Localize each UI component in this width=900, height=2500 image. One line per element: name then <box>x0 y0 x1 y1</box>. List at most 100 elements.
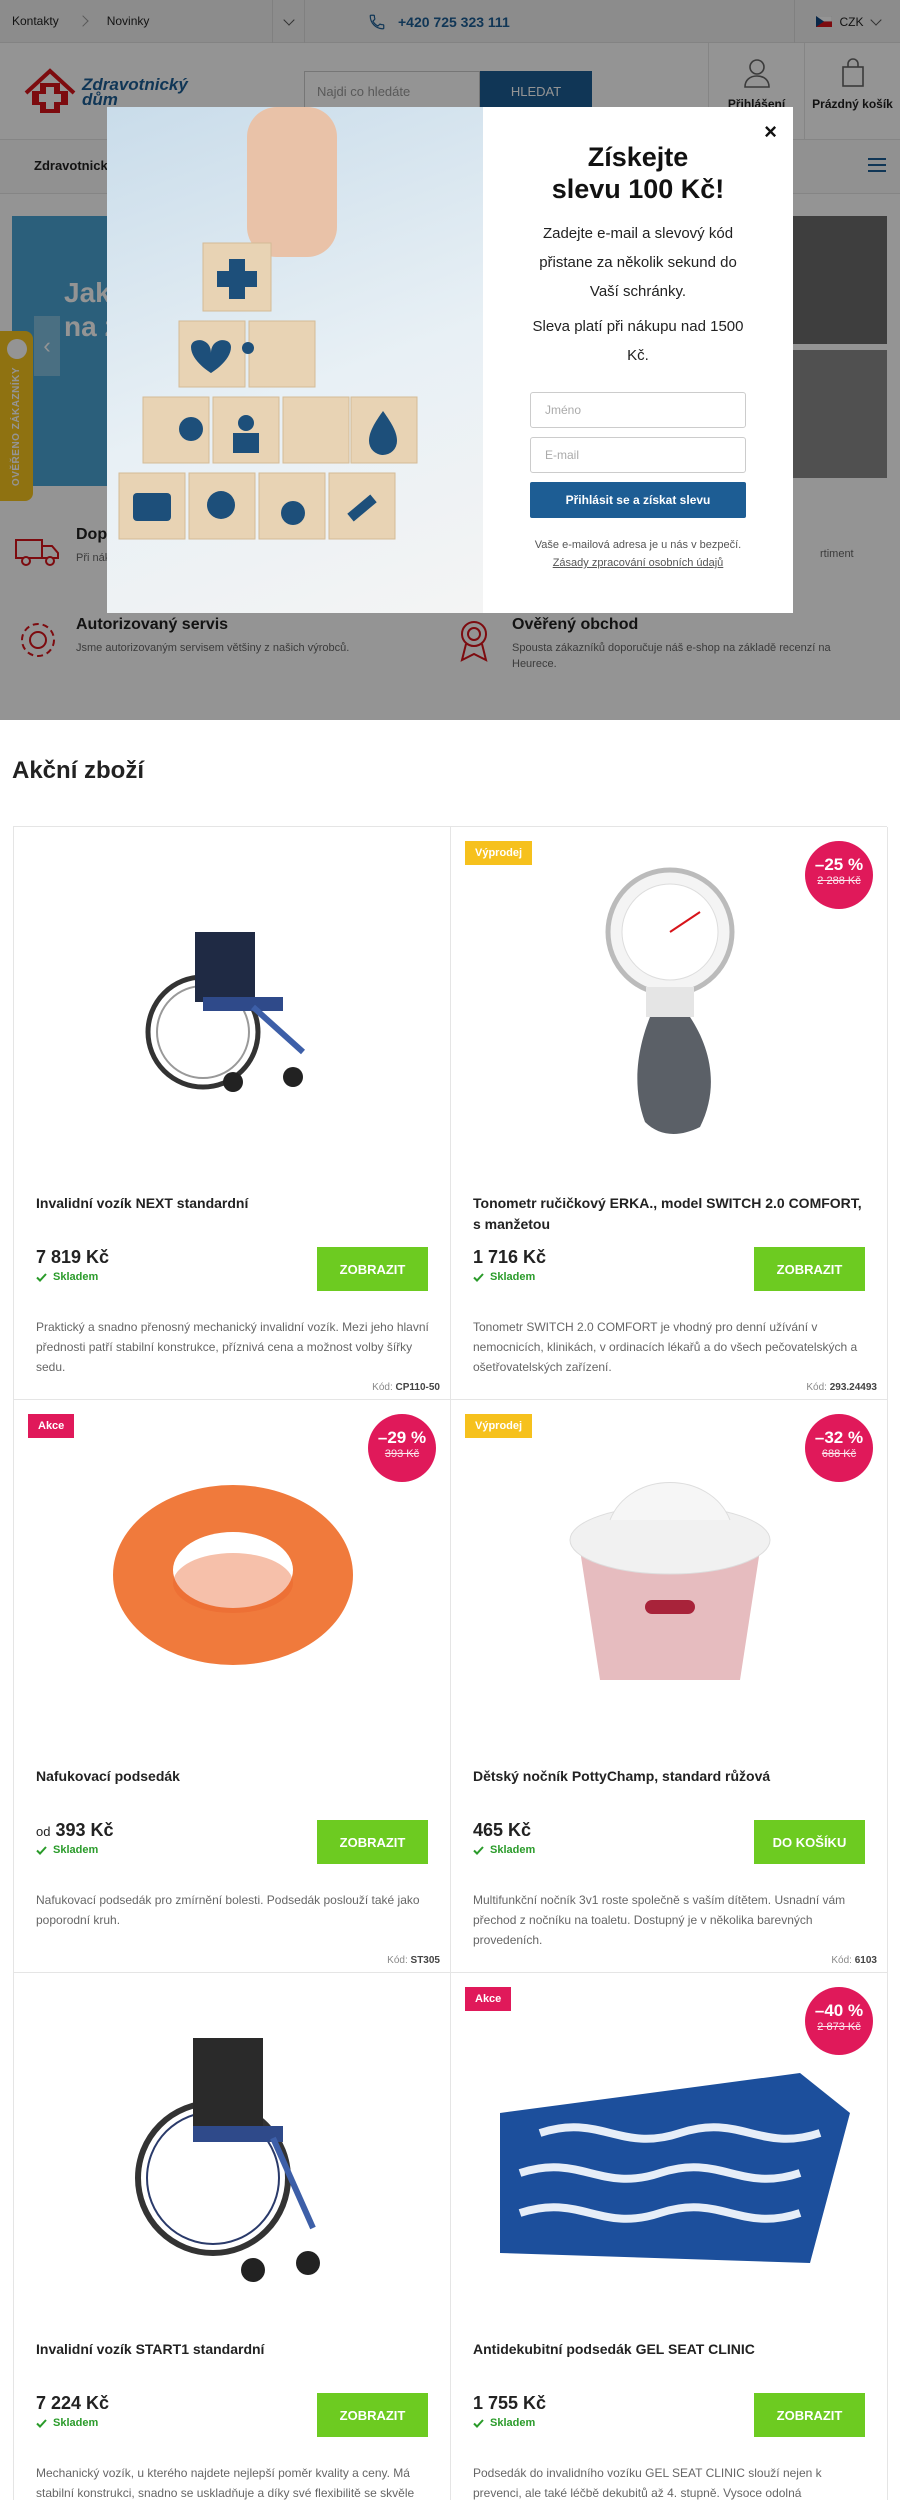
check-icon <box>473 1845 484 1855</box>
discount-percent: –32 % <box>814 1428 864 1447</box>
code-value: 6103 <box>854 1955 877 1966</box>
product-description: Multifunkční nočník 3v1 roste společně s… <box>473 1893 846 1947</box>
price-prefix: od <box>36 1824 51 1839</box>
privacy-note: Vaše e-mailová adresa je u nás v bezpečí… <box>534 539 742 551</box>
product-button[interactable]: DO KOŠÍKU <box>754 1820 865 1864</box>
product-card[interactable]: Výprodej –32 % 688 Kč Dětský nočník Potty… <box>451 1400 888 1973</box>
name-field[interactable]: Jméno <box>530 392 746 428</box>
product-price: 1 755 Kč <box>473 2393 546 2414</box>
wheelchair-image <box>145 932 305 1092</box>
price-value: 393 Kč <box>55 1820 114 1840</box>
product-tag: Výprodej <box>465 841 533 865</box>
product-image[interactable] <box>14 827 451 1177</box>
blocks-illustration <box>118 107 418 540</box>
code-label: Kód: <box>372 1382 393 1393</box>
signup-form: × Získejte slevu 100 Kč! Zadejte e-mail a… <box>483 107 793 613</box>
check-icon <box>473 2418 484 2428</box>
product-button[interactable]: ZOBRAZIT <box>317 1820 428 1864</box>
product-button[interactable]: ZOBRAZIT <box>317 1247 428 1291</box>
product-button[interactable]: ZOBRAZIT <box>317 2393 428 2437</box>
discount-badge: –29 % 393 Kč <box>368 1414 436 1482</box>
subscribe-button[interactable]: Přihlásit se a získat slevu <box>530 482 746 518</box>
product-description: Podsedák do invalidního vozíku GEL SEAT … <box>473 2466 822 2500</box>
stock-status: Skladem <box>473 1271 535 1283</box>
popup-condition: Sleva platí při nákupu nad 1500 Kč. <box>532 318 744 364</box>
stock-label: Skladem <box>53 1271 99 1283</box>
price-value: 7 819 Kč <box>36 1247 110 1267</box>
medical-blocks-image <box>107 107 483 613</box>
check-icon <box>36 1845 47 1855</box>
popup-description: Zadejte e-mail a slevový kód přistane za… <box>539 225 737 300</box>
check-icon <box>36 1272 47 1282</box>
code-label: Kód: <box>387 1955 408 1966</box>
stock-label: Skladem <box>490 2417 536 2429</box>
price-value: 1 755 Kč <box>473 2393 547 2413</box>
product-code: Kód: ST305 <box>387 1955 440 1966</box>
product-price: 1 716 Kč <box>473 1247 546 1268</box>
old-price: 2 288 Kč <box>817 875 861 887</box>
stock-label: Skladem <box>490 1271 536 1283</box>
product-grid: Invalidní vozík NEXT standardní 7 819 Kč… <box>13 826 888 2500</box>
discount-popup: × Získejte slevu 100 Kč! Zadejte e-mail a… <box>107 107 793 613</box>
discount-badge: –32 % 688 Kč <box>805 1414 873 1482</box>
product-code: Kód: CP110-50 <box>372 1382 440 1393</box>
stock-label: Skladem <box>53 2417 99 2429</box>
product-price: 7 224 Kč <box>36 2393 109 2414</box>
old-price: 393 Kč <box>384 1448 420 1460</box>
code-label: Kód: <box>806 1382 827 1393</box>
product-tag: Výprodej <box>465 1414 533 1438</box>
old-price: 688 Kč <box>821 1448 857 1460</box>
product-card[interactable]: Výprodej –25 % 2 288 Kč Tonometr ručičkov… <box>451 827 888 1400</box>
gel-cushion-image <box>499 2073 850 2263</box>
check-icon <box>36 2418 47 2428</box>
product-card[interactable]: Akce –40 % 2 873 Kč Antidekubitní podsedá… <box>451 1973 888 2500</box>
stock-status: Skladem <box>473 1844 535 1856</box>
product-name[interactable]: Nafukovací podsedák <box>36 1766 426 1787</box>
product-price: od 393 Kč <box>36 1820 114 1841</box>
product-card[interactable]: Invalidní vozík START1 standardní 7 224 … <box>14 1973 451 2500</box>
discount-percent: –29 % <box>377 1428 427 1447</box>
product-card[interactable]: Akce –29 % 393 Kč Nafukovací podsedák od … <box>14 1400 451 1973</box>
stock-label: Skladem <box>490 1844 536 1856</box>
section-title: Akční zboží <box>12 757 145 784</box>
product-name[interactable]: Tonometr ručičkový ERKA., model SWITCH 2… <box>473 1193 863 1235</box>
product-price: 465 Kč <box>473 1820 531 1841</box>
code-value: 293.24493 <box>829 1382 877 1393</box>
product-button[interactable]: ZOBRAZIT <box>754 1247 865 1291</box>
product-card[interactable]: Invalidní vozík NEXT standardní 7 819 Kč… <box>14 827 451 1400</box>
product-price: 7 819 Kč <box>36 1247 109 1268</box>
code-label: Kód: <box>831 1955 852 1966</box>
privacy-policy-link[interactable]: Zásady zpracování osobních údajů <box>483 554 793 572</box>
email-field[interactable]: E-mail <box>530 437 746 473</box>
discount-badge: –25 % 2 288 Kč <box>805 841 873 909</box>
discount-percent: –25 % <box>814 855 864 874</box>
wheelchair-image <box>134 2038 320 2282</box>
stock-label: Skladem <box>53 1844 99 1856</box>
product-name[interactable]: Invalidní vozík START1 standardní <box>36 2339 426 2360</box>
stock-status: Skladem <box>36 2417 98 2429</box>
product-description: Mechanický vozík, u kterého najdete nejl… <box>36 2466 415 2500</box>
product-description: Nafukovací podsedák pro zmírnění bolesti… <box>36 1893 420 1927</box>
stock-status: Skladem <box>473 2417 535 2429</box>
product-button[interactable]: ZOBRAZIT <box>754 2393 865 2437</box>
price-value: 1 716 Kč <box>473 1247 547 1267</box>
code-value: CP110-50 <box>395 1382 440 1393</box>
product-name[interactable]: Antidekubitní podsedák GEL SEAT CLINIC <box>473 2339 863 2360</box>
stock-status: Skladem <box>36 1844 98 1856</box>
product-image[interactable] <box>14 1973 451 2323</box>
discount-percent: –40 % <box>814 2001 864 2020</box>
popup-title-line-1: Získejte <box>587 142 689 172</box>
tonometer-image <box>605 867 734 1134</box>
product-name[interactable]: Dětský nočník PottyChamp, standard růžov… <box>473 1766 863 1787</box>
popup-title: Získejte slevu 100 Kč! <box>483 141 793 205</box>
price-value: 465 Kč <box>473 1820 532 1840</box>
product-code: Kód: 6103 <box>831 1955 877 1966</box>
product-name[interactable]: Invalidní vozík NEXT standardní <box>36 1193 426 1214</box>
product-code: Kód: 293.24493 <box>806 1382 877 1393</box>
stock-status: Skladem <box>36 1271 98 1283</box>
potty-image <box>569 1482 770 1680</box>
product-tag: Akce <box>465 1987 512 2011</box>
popup-title-line-2: slevu 100 Kč! <box>551 174 725 204</box>
code-value: ST305 <box>410 1955 440 1966</box>
close-icon[interactable]: × <box>764 119 777 145</box>
